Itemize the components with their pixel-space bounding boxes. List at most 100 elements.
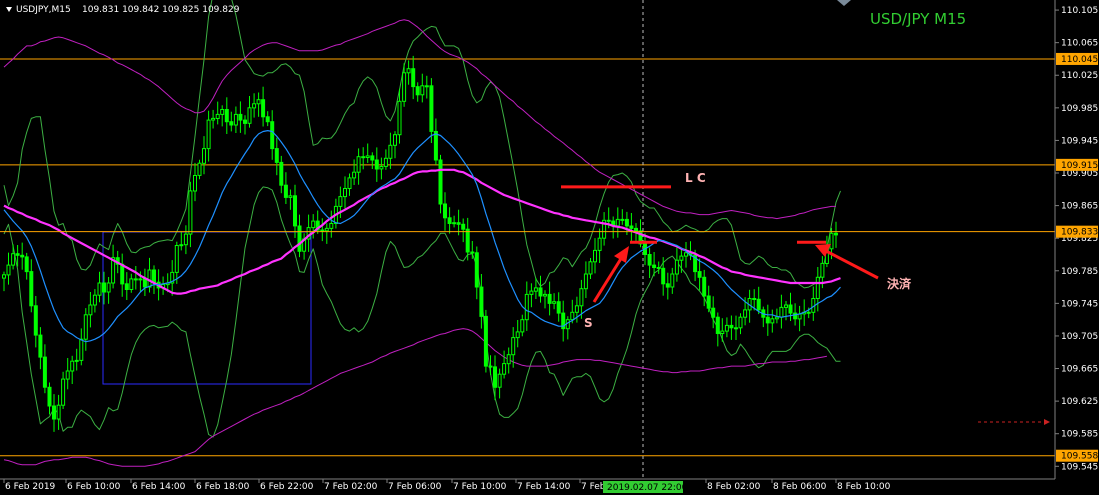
candle-body xyxy=(556,301,561,314)
x-tick-label: 8 Feb 06:00 xyxy=(773,482,827,492)
x-tick-label: 8 Feb 10:00 xyxy=(837,482,891,492)
candle-body xyxy=(734,327,738,330)
candle-body xyxy=(224,109,229,123)
candle-body xyxy=(574,305,579,313)
candle-body xyxy=(193,175,197,192)
candle-body xyxy=(779,306,784,318)
y-tick-label: 109.705 xyxy=(1061,332,1098,342)
candle-body xyxy=(729,324,734,329)
level-badge-label: 110.045 xyxy=(1061,55,1098,65)
candle-body xyxy=(106,282,111,293)
x-tick-label: 6 Feb 22:00 xyxy=(260,482,314,492)
y-axis: 110.105 110.065 110.025 109.985 109.945 109.9… xyxy=(1055,6,1098,472)
candle-body xyxy=(515,331,520,339)
candle-body xyxy=(774,316,779,320)
candle-body xyxy=(365,155,370,158)
y-tick-label: 110.105 xyxy=(1061,6,1098,16)
current-price-label: 109.833 xyxy=(1061,228,1098,238)
candle-body xyxy=(583,273,588,290)
candle-body xyxy=(238,113,243,121)
candle-body xyxy=(97,282,102,296)
candle-body xyxy=(615,218,620,227)
candle-body xyxy=(524,293,529,321)
chart-canvas[interactable]: L C S 決済 110.105 110.065 110.025 109.985 109.9… xyxy=(0,0,1099,495)
candle-body xyxy=(233,113,238,126)
candle-body xyxy=(834,232,838,236)
y-tick-label: 109.865 xyxy=(1061,202,1098,212)
candle-body xyxy=(756,298,761,311)
candle-body xyxy=(15,253,20,256)
candle-body xyxy=(197,162,202,176)
y-tick-label: 109.745 xyxy=(1061,299,1098,309)
candle-body xyxy=(552,301,557,304)
symbol-label: USDJPY,M15 xyxy=(16,5,71,15)
candle-body xyxy=(83,314,88,340)
candle-body xyxy=(497,373,502,388)
candle-body xyxy=(329,223,334,229)
y-tick-label: 110.025 xyxy=(1061,71,1098,81)
candle-body xyxy=(20,254,25,258)
candle-body xyxy=(397,100,402,136)
candle-body xyxy=(74,359,79,362)
candle-body xyxy=(343,188,347,198)
candle-body xyxy=(647,254,652,266)
candle-body xyxy=(424,85,429,88)
candle-body xyxy=(438,159,443,205)
candle-body xyxy=(138,278,143,281)
candle-body xyxy=(461,223,466,230)
x-tick-label: 8 Feb 02:00 xyxy=(707,482,761,492)
candle-body xyxy=(706,295,711,309)
candle-body xyxy=(311,220,316,229)
candle-body xyxy=(502,363,507,375)
candle-body xyxy=(183,233,188,246)
candle-body xyxy=(765,316,770,324)
candle-body xyxy=(788,304,793,314)
candle-body xyxy=(815,276,820,299)
y-tick-label: 110.065 xyxy=(1061,39,1098,49)
candle-body xyxy=(624,218,629,227)
candle-body xyxy=(588,261,593,275)
candle-body xyxy=(29,271,34,307)
candle-body xyxy=(211,117,216,121)
candle-body xyxy=(429,85,434,132)
candle-body xyxy=(629,225,634,229)
candle-body xyxy=(70,360,75,372)
x-tick-label: 7 Feb 10:00 xyxy=(453,482,507,492)
y-tick-label: 109.985 xyxy=(1061,104,1098,114)
candle-body xyxy=(202,148,206,164)
candle-body xyxy=(220,109,225,115)
candle-body xyxy=(606,219,611,222)
candle-body xyxy=(520,319,525,333)
candle-body xyxy=(243,119,247,124)
candle-body xyxy=(829,232,834,250)
candle-body xyxy=(142,278,147,288)
candle-body xyxy=(570,311,575,321)
candle-body xyxy=(347,177,352,189)
candle-body xyxy=(147,269,152,288)
candle-body xyxy=(720,330,725,335)
candle-body xyxy=(661,267,666,285)
y-tick-label: 109.945 xyxy=(1061,136,1098,146)
candle-body xyxy=(715,316,720,335)
x-tick-label: 7 Feb 14:00 xyxy=(517,482,571,492)
x-tick-label: 7 Feb 06:00 xyxy=(388,482,442,492)
candle-body xyxy=(38,334,43,358)
candle-body xyxy=(493,366,497,388)
candle-body xyxy=(152,269,156,283)
candle-body xyxy=(374,159,379,170)
candle-body xyxy=(465,228,470,253)
candle-body xyxy=(474,252,479,288)
candle-body xyxy=(593,249,597,263)
candle-body xyxy=(665,283,670,288)
candle-body xyxy=(456,222,461,225)
candle-body xyxy=(338,196,343,207)
candle-body xyxy=(770,318,775,324)
candle-body xyxy=(420,85,425,96)
candle-body xyxy=(793,312,798,320)
candle-body xyxy=(511,337,516,356)
candle-body xyxy=(2,274,6,279)
candle-body xyxy=(256,99,261,105)
candle-body xyxy=(483,315,488,367)
y-tick-label: 109.625 xyxy=(1061,397,1098,407)
level-badge-label: 109.558 xyxy=(1061,452,1098,462)
